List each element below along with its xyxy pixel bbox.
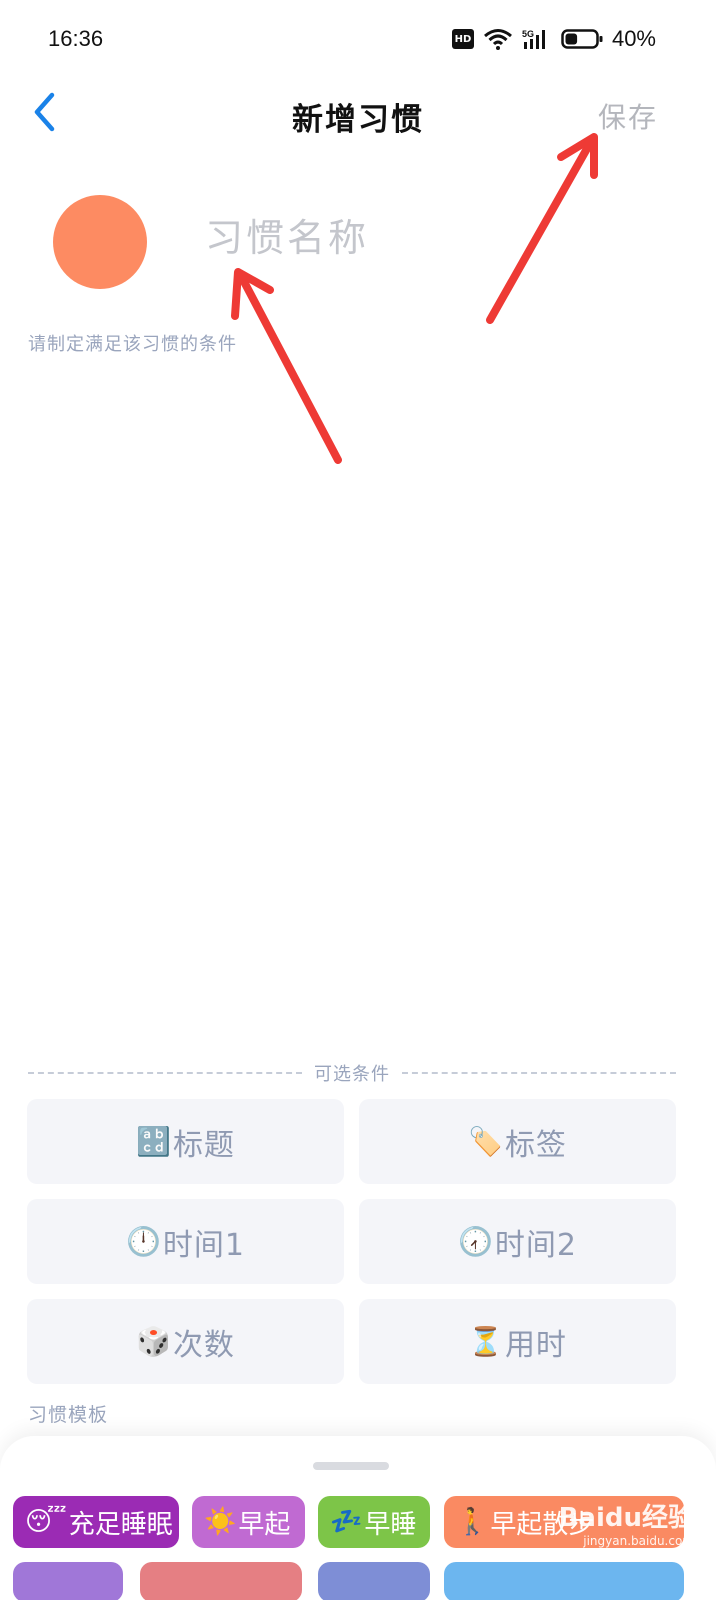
battery-icon: [561, 28, 603, 50]
habit-template-label: 习惯模板: [28, 1404, 109, 1426]
watermark: Baidu经验 jingyan.baidu.com: [559, 1497, 694, 1548]
condition-hint: 请制定满足该习惯的条件: [28, 334, 237, 355]
abcd-icon: 🔡: [136, 1125, 171, 1158]
screen: 16:36 HD 5G 40% 新增习惯 保存 习惯名称 请制定满足该习惯的条件…: [0, 0, 716, 1600]
condition-time2-button[interactable]: 🕢 时间2: [359, 1199, 676, 1284]
habit-name-input[interactable]: [205, 210, 625, 266]
signal-icon: 5G: [522, 28, 552, 50]
tag-icon: 🏷️: [468, 1125, 503, 1158]
battery-percent: 40%: [611, 26, 656, 51]
template-chip-partial[interactable]: [13, 1562, 123, 1600]
hourglass-icon: ⏳: [468, 1325, 503, 1358]
template-chip-partial[interactable]: [140, 1562, 302, 1600]
condition-duration-button[interactable]: ⏳ 用时: [359, 1299, 676, 1384]
condition-label: 次数: [172, 1327, 235, 1363]
arrow-to-name-input: [231, 268, 342, 464]
status-time: 16:36: [48, 26, 104, 51]
walking-person-icon: 🚶: [456, 1507, 489, 1537]
nav-bar: 新增习惯 保存: [0, 80, 716, 150]
template-chip-partial[interactable]: [318, 1562, 430, 1600]
status-bar: 16:36 HD 5G 40%: [0, 0, 716, 80]
wifi-icon: [483, 28, 513, 50]
sheet-drag-handle[interactable]: [313, 1462, 389, 1470]
hd-badge: HD: [451, 29, 474, 49]
dice-icon: 🎲: [136, 1325, 171, 1358]
chip-label: 早睡: [364, 1509, 417, 1540]
save-button[interactable]: 保存: [598, 96, 658, 136]
condition-label: 用时: [504, 1327, 567, 1363]
sun-icon: ☀️: [204, 1507, 237, 1537]
condition-title-button[interactable]: 🔡 标题: [27, 1099, 344, 1184]
chip-label: 早起: [238, 1509, 291, 1540]
condition-time1-button[interactable]: 🕛 时间1: [27, 1199, 344, 1284]
template-chip-sleep[interactable]: 😴 充足睡眠: [13, 1496, 179, 1548]
watermark-sub: jingyan.baidu.com: [583, 1534, 694, 1548]
template-chip-early-sleep[interactable]: 💤 早睡: [318, 1496, 430, 1548]
clock-icon: 🕛: [126, 1225, 161, 1258]
status-icons: HD 5G 40%: [451, 26, 656, 52]
condition-label: 标题: [172, 1127, 235, 1163]
watermark-main: Baidu经验: [558, 1503, 694, 1533]
network-label: 5G: [522, 29, 534, 39]
sleepy-face-icon: 😴: [25, 1507, 67, 1537]
zzz-icon: 💤: [330, 1507, 363, 1537]
divider-line-right: [402, 1072, 676, 1074]
battery-fill: [565, 33, 578, 45]
divider-line-left: [28, 1072, 302, 1074]
chip-label: 充足睡眠: [68, 1509, 173, 1540]
condition-tag-button[interactable]: 🏷️ 标签: [359, 1099, 676, 1184]
condition-label: 标签: [504, 1127, 567, 1163]
optional-conditions-divider: 可选条件: [28, 1060, 676, 1086]
condition-label: 时间2: [494, 1227, 577, 1263]
condition-count-button[interactable]: 🎲 次数: [27, 1299, 344, 1384]
condition-label: 时间1: [162, 1227, 245, 1263]
optional-conditions-label: 可选条件: [314, 1064, 390, 1085]
template-chip-partial[interactable]: [444, 1562, 684, 1600]
clock-icon: 🕢: [458, 1225, 493, 1258]
template-chip-early-rise[interactable]: ☀️ 早起: [192, 1496, 305, 1548]
habit-color-picker[interactable]: [53, 195, 147, 289]
condition-grid: 🔡 标题 🏷️ 标签 🕛 时间1 🕢 时间2 🎲 次数 ⏳ 用时: [27, 1099, 676, 1384]
